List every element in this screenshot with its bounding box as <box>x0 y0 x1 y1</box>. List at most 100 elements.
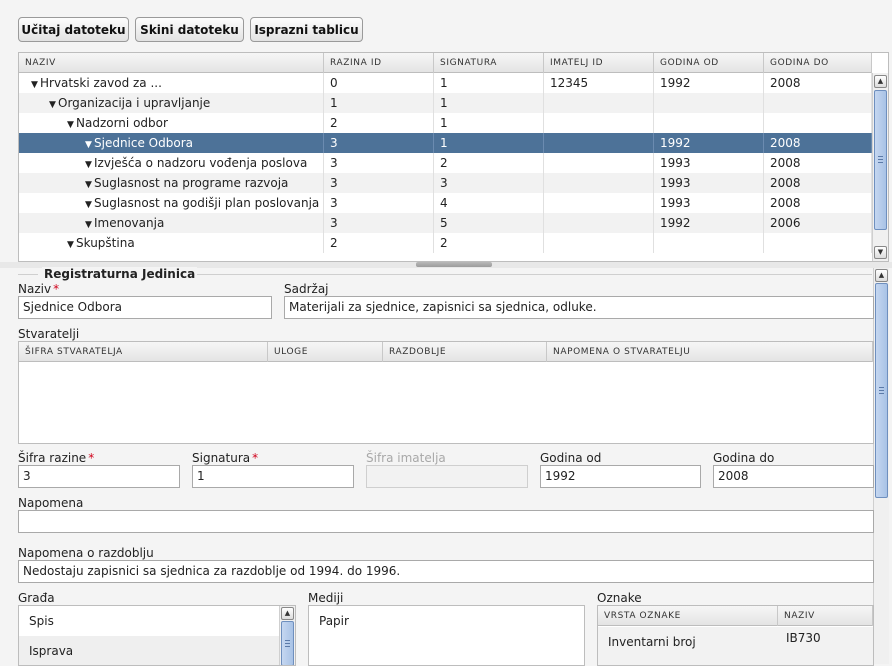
expand-triangle-icon[interactable]: ▼ <box>85 155 94 173</box>
tree-cell-signatura: 2 <box>434 233 544 253</box>
tree-header: NAZIV RAZINA ID SIGNATURA IMATELJ ID GOD… <box>19 53 872 73</box>
col-razdoblje[interactable]: RAZDOBLJE <box>383 342 547 362</box>
tree-cell-imatelj <box>544 213 654 233</box>
tree-cell-imatelj <box>544 193 654 213</box>
tree-row[interactable]: ▼ Nadzorni odbor 2 1 <box>19 113 872 133</box>
form-scroll-thumb[interactable] <box>875 283 888 498</box>
godina-od-input[interactable]: 1992 <box>540 465 701 488</box>
oznake-header: VRSTA OZNAKE NAZIV <box>598 606 873 626</box>
gradja-scroll-up-icon[interactable]: ▲ <box>281 607 294 620</box>
tree-row[interactable]: ▼ Sjednice Odbora 3 1 1992 2008 <box>19 133 872 153</box>
tree-cell-od <box>654 93 764 113</box>
tree-cell-signatura: 1 <box>434 133 544 153</box>
tree-node-label: Nadzorni odbor <box>76 116 168 130</box>
tree-cell-naziv: ▼ Skupština <box>19 233 324 253</box>
tree-cell-do <box>764 233 872 253</box>
tree-table: NAZIV RAZINA ID SIGNATURA IMATELJ ID GOD… <box>18 52 889 262</box>
mediji-item[interactable]: Papir <box>309 606 584 636</box>
tree-cell-imatelj: 12345 <box>544 73 654 93</box>
expand-triangle-icon[interactable]: ▼ <box>67 235 76 253</box>
tree-cell-signatura: 1 <box>434 73 544 93</box>
tree-cell-razina: 2 <box>324 233 434 253</box>
col-godina-od[interactable]: GODINA OD <box>654 53 764 73</box>
expand-triangle-icon[interactable]: ▼ <box>85 135 94 153</box>
tree-row[interactable]: ▼ Izvješća o nadzoru vođenja poslova 3 2 199… <box>19 153 872 173</box>
tree-cell-signatura: 3 <box>434 173 544 193</box>
form-scrollbar[interactable]: ▲ <box>873 268 889 664</box>
tree-row[interactable]: ▼ Suglasnost na programe razvoja 3 3 1993 200… <box>19 173 872 193</box>
expand-triangle-icon[interactable]: ▼ <box>49 95 58 113</box>
naziv-input[interactable]: Sjednice Odbora <box>18 296 272 319</box>
tree-cell-imatelj <box>544 113 654 133</box>
godina-do-input[interactable]: 2008 <box>713 465 874 488</box>
expand-triangle-icon[interactable]: ▼ <box>67 115 76 133</box>
sifra-razine-input[interactable]: 3 <box>18 465 180 488</box>
gradja-item[interactable]: Spis <box>19 606 295 636</box>
signatura-input[interactable]: 1 <box>192 465 354 488</box>
sadrzaj-input[interactable]: Materijali za sjednice, zapisnici sa sje… <box>284 296 874 319</box>
tree-cell-naziv: ▼ Sjednice Odbora <box>19 133 324 153</box>
col-godina-do[interactable]: GODINA DO <box>764 53 872 73</box>
col-vrsta-oznake[interactable]: VRSTA OZNAKE <box>598 606 778 626</box>
tree-cell-od: 1992 <box>654 133 764 153</box>
tree-cell-signatura: 1 <box>434 93 544 113</box>
col-naziv[interactable]: NAZIV <box>19 53 324 73</box>
expand-triangle-icon[interactable]: ▼ <box>85 195 94 213</box>
gradja-scrollbar[interactable]: ▲ <box>279 606 295 665</box>
expand-triangle-icon[interactable]: ▼ <box>31 75 40 93</box>
napomena-razdoblju-input[interactable]: Nedostaju zapisnici sa sjednica za razdo… <box>18 560 874 583</box>
tree-row[interactable]: ▼ Suglasnost na godišji plan poslovanja 3 4… <box>19 193 872 213</box>
tree-node-label: Hrvatski zavod za ... <box>40 76 162 90</box>
tree-cell-razina: 2 <box>324 113 434 133</box>
col-uloge[interactable]: ULOGE <box>268 342 383 362</box>
scroll-up-icon[interactable]: ▲ <box>874 75 887 88</box>
gradja-scroll-thumb[interactable] <box>281 621 294 665</box>
tree-cell-od: 1993 <box>654 153 764 173</box>
gradja-item[interactable]: Isprava <box>19 636 295 665</box>
tree-row[interactable]: ▼ Hrvatski zavod za ... 0 1 12345 1992 2008 <box>19 73 872 93</box>
sadrzaj-label: Sadržaj <box>284 282 329 296</box>
tree-cell-imatelj <box>544 233 654 253</box>
tree-cell-do: 2008 <box>764 133 872 153</box>
tree-node-label: Suglasnost na godišji plan poslovanja <box>94 196 320 210</box>
oznake-vrsta-cell: Inventarni broj <box>608 635 696 649</box>
col-signatura[interactable]: SIGNATURA <box>434 53 544 73</box>
napomena-razdoblju-label: Napomena o razdoblju <box>18 546 154 560</box>
scroll-down-icon[interactable]: ▼ <box>874 246 887 259</box>
col-imatelj-id[interactable]: IMATELJ ID <box>544 53 654 73</box>
tree-row[interactable]: ▼ Skupština 2 2 <box>19 233 872 253</box>
tree-cell-od: 1993 <box>654 193 764 213</box>
clear-table-button[interactable]: Isprazni tablicu <box>250 17 363 42</box>
load-file-button[interactable]: Učitaj datoteku <box>18 17 129 42</box>
expand-triangle-icon[interactable]: ▼ <box>85 215 94 233</box>
expand-triangle-icon[interactable]: ▼ <box>85 175 94 193</box>
tree-scrollbar[interactable]: ▲ ▼ <box>872 73 888 261</box>
tree-row[interactable]: ▼ Organizacija i upravljanje 1 1 <box>19 93 872 113</box>
tree-cell-imatelj <box>544 153 654 173</box>
napomena-input[interactable] <box>18 510 874 533</box>
tree-cell-signatura: 1 <box>434 113 544 133</box>
tree-cell-naziv: ▼ Izvješća o nadzoru vođenja poslova <box>19 153 324 173</box>
fieldset-border-left <box>18 274 38 275</box>
col-razina-id[interactable]: RAZINA ID <box>324 53 434 73</box>
tree-cell-do: 2008 <box>764 73 872 93</box>
col-oznaka-naziv[interactable]: NAZIV <box>778 606 873 626</box>
fieldset-legend: Registraturna Jedinica <box>42 267 198 281</box>
tree-cell-do: 2008 <box>764 193 872 213</box>
splitter-handle[interactable] <box>416 262 492 267</box>
tree-cell-do <box>764 93 872 113</box>
tree-cell-razina: 3 <box>324 153 434 173</box>
tree-cell-razina: 0 <box>324 73 434 93</box>
tree-cell-imatelj <box>544 173 654 193</box>
tree-cell-od: 1993 <box>654 173 764 193</box>
naziv-label: Naziv * <box>18 282 60 296</box>
oznake-row[interactable]: Inventarni broj IB730 <box>598 627 873 665</box>
col-sifra-stvaratelja[interactable]: ŠIFRA STVARATELJA <box>19 342 268 362</box>
tree-row[interactable]: ▼ Imenovanja 3 5 1992 2006 <box>19 213 872 233</box>
scroll-thumb[interactable] <box>874 90 887 230</box>
tree-cell-od: 1992 <box>654 213 764 233</box>
col-napomena-stvaratelju[interactable]: NAPOMENA O STVARATELJU <box>547 342 873 362</box>
tree-node-label: Organizacija i upravljanje <box>58 96 211 110</box>
form-scroll-up-icon[interactable]: ▲ <box>875 269 888 282</box>
download-file-button[interactable]: Skini datoteku <box>135 17 244 42</box>
